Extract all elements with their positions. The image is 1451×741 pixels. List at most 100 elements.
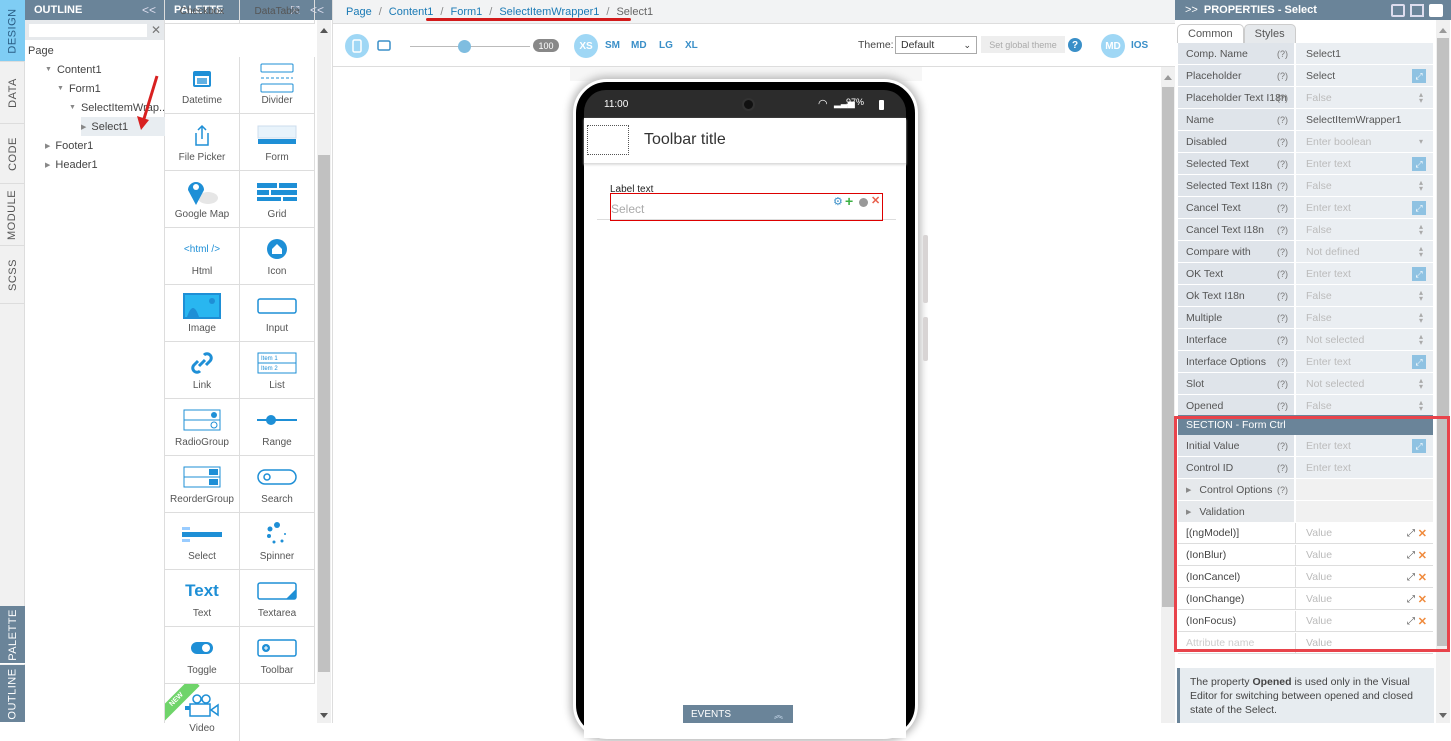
expand-editor-icon[interactable]: ⤢ (1412, 157, 1426, 171)
zoom-slider-thumb[interactable] (458, 40, 471, 53)
help-hint-icon[interactable]: (?) (1277, 49, 1288, 59)
expand-editor-icon[interactable]: ⤢ (1412, 267, 1426, 281)
palette-item-text[interactable]: Text Text (165, 570, 240, 627)
outline-item[interactable]: Page (28, 41, 54, 60)
spinner-arrows-icon[interactable]: ▴ ▾ (1419, 310, 1423, 324)
spinner-arrows-icon[interactable]: ▴ ▾ (1419, 244, 1423, 258)
expanded-triangle-icon[interactable]: ▼ (45, 66, 52, 73)
help-hint-icon[interactable]: (?) (1277, 291, 1288, 301)
tab-palette[interactable]: PALETTE (0, 606, 25, 664)
palette-item-input[interactable]: Input (240, 285, 315, 342)
palette-item-file-picker[interactable]: File Picker (165, 114, 240, 171)
size-lg-button[interactable]: LG (659, 40, 673, 51)
palette-item-reordergroup[interactable]: ReorderGroup (165, 456, 240, 513)
spinner-arrows-icon[interactable]: ▴ ▾ (1419, 222, 1423, 236)
palette-item-textarea[interactable]: Textarea (240, 570, 315, 627)
layout-columns-icon[interactable] (1410, 3, 1424, 17)
platform-ios-button[interactable]: IOS (1131, 40, 1148, 51)
property-value-field[interactable]: Select ⤢ (1296, 65, 1433, 86)
tab-outline[interactable]: OUTLINE (0, 665, 25, 723)
property-value-field[interactable]: False ▴ ▾ (1296, 285, 1433, 306)
palette-item-spinner[interactable]: Spinner (240, 513, 315, 570)
tab-module[interactable]: MODULE (0, 184, 25, 246)
tablet-landscape-icon[interactable] (377, 40, 391, 51)
delete-icon[interactable]: ✕ (871, 194, 880, 207)
outline-item[interactable]: ▶ Footer1 (45, 136, 93, 155)
help-hint-icon[interactable]: (?) (1277, 137, 1288, 147)
palette-item-google-map[interactable]: Google Map (165, 171, 240, 228)
palette-item-toolbar[interactable]: Toolbar (240, 627, 315, 684)
palette-item-radiogroup[interactable]: RadioGroup (165, 399, 240, 456)
expand-editor-icon[interactable]: ⤢ (1412, 201, 1426, 215)
platform-md-button[interactable]: MD (1101, 34, 1125, 58)
collapsed-triangle-icon[interactable]: ▶ (81, 123, 86, 131)
help-hint-icon[interactable]: (?) (1277, 115, 1288, 125)
property-value-field[interactable]: Select1 (1296, 43, 1433, 64)
help-hint-icon[interactable]: (?) (1277, 379, 1288, 389)
expand-properties-button[interactable]: >> (1185, 4, 1198, 16)
collapsed-triangle-icon[interactable]: ▶ (45, 142, 50, 150)
palette-item-list[interactable]: Item 1 Item 2 List (240, 342, 315, 399)
palette-item-icon[interactable]: Icon (240, 228, 315, 285)
palette-item-checkbox[interactable]: Checkbox (165, 0, 240, 24)
select-component[interactable]: Select ⚙ + ✕ (610, 193, 883, 221)
spinner-arrows-icon[interactable]: ▴ ▾ (1419, 398, 1423, 412)
spinner-arrows-icon[interactable]: ▴ ▾ (1419, 178, 1423, 192)
breadcrumb-item[interactable]: Page (346, 6, 372, 18)
toolbar-start-slot[interactable] (587, 125, 629, 155)
scroll-down-icon[interactable] (320, 713, 328, 718)
outline-item[interactable]: ▼ Content1 (45, 60, 102, 79)
events-bar[interactable]: EVENTS ︽ (683, 705, 793, 723)
canvas-scrollbar[interactable] (1161, 67, 1175, 723)
canvas-scroll-thumb[interactable] (1162, 87, 1174, 607)
palette-item-form[interactable]: Form (240, 114, 315, 171)
help-hint-icon[interactable]: (?) (1277, 93, 1288, 103)
layout-rows-icon[interactable] (1391, 3, 1405, 17)
scroll-up-icon[interactable] (1439, 28, 1447, 33)
breadcrumb-item[interactable]: Content1 (389, 6, 434, 18)
property-value-field[interactable]: False ▴ ▾ (1296, 175, 1433, 196)
collapsed-triangle-icon[interactable]: ▶ (45, 161, 50, 169)
property-value-field[interactable]: False ▴ ▾ (1296, 395, 1433, 416)
palette-item-datetime[interactable]: Datetime (165, 57, 240, 114)
property-value-field[interactable]: False ▴ ▾ (1296, 307, 1433, 328)
add-icon[interactable]: + (845, 193, 853, 209)
breadcrumb-item[interactable]: SelectItemWrapper1 (499, 6, 599, 18)
tab-common[interactable]: Common (1177, 24, 1244, 43)
tab-code[interactable]: CODE (0, 124, 25, 184)
property-value-field[interactable]: Enter text ⤢ (1296, 351, 1433, 372)
theme-select[interactable]: Default ⌄ (895, 36, 977, 54)
help-hint-icon[interactable]: (?) (1277, 159, 1288, 169)
property-value-field[interactable]: False ▴ ▾ (1296, 219, 1433, 240)
help-hint-icon[interactable]: (?) (1277, 247, 1288, 257)
property-value-field[interactable]: False ▴ ▾ (1296, 87, 1433, 108)
dropdown-arrow-icon[interactable]: ▾ (1419, 137, 1423, 145)
palette-item-html[interactable]: <html /> Html (165, 228, 240, 285)
phone-view-button[interactable] (345, 34, 369, 58)
scroll-down-icon[interactable] (1439, 713, 1447, 718)
palette-scroll-thumb[interactable] (318, 155, 330, 672)
help-icon[interactable]: ? (1068, 38, 1082, 52)
palette-item-video[interactable]: Video NEW (165, 684, 240, 741)
help-hint-icon[interactable]: (?) (1277, 225, 1288, 235)
scroll-up-icon[interactable] (320, 28, 328, 33)
property-value-field[interactable]: Enter text ⤢ (1296, 197, 1433, 218)
breadcrumb-item[interactable]: Form1 (450, 6, 482, 18)
spinner-arrows-icon[interactable]: ▴ ▾ (1419, 376, 1423, 390)
spinner-arrows-icon[interactable]: ▴ ▾ (1419, 288, 1423, 302)
expanded-triangle-icon[interactable]: ▼ (69, 104, 76, 111)
property-value-field[interactable]: Not selected ▴ ▾ (1296, 373, 1433, 394)
property-value-field[interactable]: Not selected ▴ ▾ (1296, 329, 1433, 350)
help-hint-icon[interactable]: (?) (1277, 269, 1288, 279)
palette-item-grid[interactable]: Grid (240, 171, 315, 228)
tab-styles[interactable]: Styles (1243, 24, 1296, 43)
expand-editor-icon[interactable]: ⤢ (1412, 355, 1426, 369)
tab-design[interactable]: DESIGN (0, 0, 25, 62)
palette-item-divider[interactable]: Divider (240, 57, 315, 114)
tab-data[interactable]: DATA (0, 62, 25, 124)
outline-search-input[interactable] (29, 23, 147, 37)
scroll-up-icon[interactable] (1164, 75, 1172, 80)
set-global-theme-button[interactable]: Set global theme (981, 36, 1065, 53)
palette-item-search[interactable]: Search (240, 456, 315, 513)
size-xl-button[interactable]: XL (685, 40, 698, 51)
